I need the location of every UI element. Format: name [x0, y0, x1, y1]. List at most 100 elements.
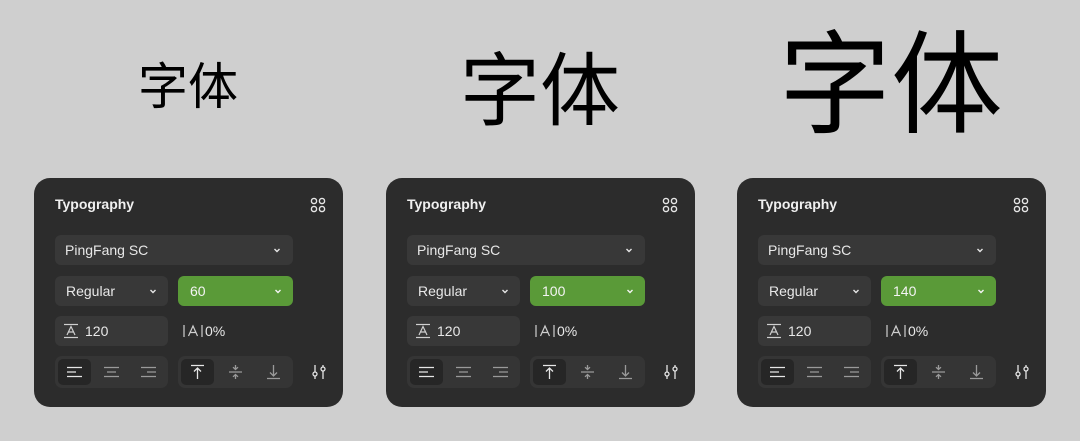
align-left-button[interactable]: [410, 359, 443, 385]
font-size-value: 140: [893, 283, 917, 299]
align-middle-icon: [932, 365, 945, 379]
font-size-value: 60: [190, 283, 206, 299]
sliders-icon[interactable]: [311, 364, 327, 380]
align-right-button[interactable]: [132, 359, 165, 385]
chevron-down-icon: [275, 289, 281, 294]
letter-spacing-value: 0%: [557, 323, 578, 339]
panel-title: Typography: [758, 196, 838, 212]
letter-spacing-field[interactable]: 0%: [881, 316, 996, 346]
align-bottom-button[interactable]: [960, 359, 993, 385]
horizontal-align-group: [55, 356, 168, 388]
align-center-icon: [104, 366, 119, 378]
font-weight-select[interactable]: Regular: [407, 276, 520, 306]
line-height-field[interactable]: 120: [55, 316, 168, 346]
font-family-select[interactable]: PingFang SC: [407, 235, 645, 265]
vertical-align-group: [881, 356, 996, 388]
sample-text-large: 字体: [779, 21, 1003, 151]
align-right-icon: [141, 366, 156, 378]
line-height-icon: [416, 323, 430, 339]
line-height-value: 120: [85, 323, 109, 339]
line-height-field[interactable]: 120: [758, 316, 871, 346]
align-center-icon: [807, 366, 822, 378]
chevron-down-icon: [274, 248, 280, 253]
sliders-icon[interactable]: [663, 364, 679, 380]
font-size-select[interactable]: 60: [178, 276, 293, 306]
four-dots-grid-icon[interactable]: [662, 197, 678, 213]
align-right-button[interactable]: [484, 359, 517, 385]
align-center-icon: [456, 366, 471, 378]
align-right-button[interactable]: [835, 359, 868, 385]
align-left-icon: [67, 366, 82, 378]
chevron-down-icon: [853, 289, 859, 294]
align-left-icon: [770, 366, 785, 378]
font-size-value: 100: [542, 283, 566, 299]
font-weight-value: Regular: [66, 283, 116, 299]
line-height-icon: [767, 323, 781, 339]
letter-spacing-icon: [183, 324, 203, 337]
line-height-value: 120: [788, 323, 812, 339]
font-weight-select[interactable]: Regular: [55, 276, 168, 306]
chevron-down-icon: [978, 289, 984, 294]
font-family-value: PingFang SC: [417, 242, 501, 258]
align-top-button[interactable]: [884, 359, 917, 385]
align-middle-icon: [581, 365, 594, 379]
font-family-select[interactable]: PingFang SC: [758, 235, 996, 265]
align-bottom-icon: [970, 365, 983, 380]
letter-spacing-icon: [535, 324, 555, 337]
align-middle-button[interactable]: [219, 359, 252, 385]
chevron-down-icon: [627, 289, 633, 294]
horizontal-align-group: [758, 356, 871, 388]
align-right-icon: [493, 366, 508, 378]
align-bottom-icon: [267, 365, 280, 380]
line-height-value: 120: [437, 323, 461, 339]
typography-panel: Typography PingFang SC Regular 100 120 0…: [386, 178, 695, 407]
horizontal-align-group: [407, 356, 520, 388]
letter-spacing-value: 0%: [205, 323, 226, 339]
letter-spacing-field[interactable]: 0%: [530, 316, 645, 346]
align-top-button[interactable]: [533, 359, 566, 385]
font-family-value: PingFang SC: [768, 242, 852, 258]
align-bottom-icon: [619, 365, 632, 380]
letter-spacing-icon: [886, 324, 906, 337]
four-dots-grid-icon[interactable]: [1013, 197, 1029, 213]
align-left-button[interactable]: [58, 359, 91, 385]
align-top-icon: [191, 364, 204, 379]
line-height-icon: [64, 323, 78, 339]
sliders-icon[interactable]: [1014, 364, 1030, 380]
font-family-select[interactable]: PingFang SC: [55, 235, 293, 265]
align-center-button[interactable]: [447, 359, 480, 385]
align-middle-button[interactable]: [922, 359, 955, 385]
align-middle-button[interactable]: [571, 359, 604, 385]
sample-text-small: 字体: [138, 58, 238, 116]
letter-spacing-field[interactable]: 0%: [178, 316, 293, 346]
align-center-button[interactable]: [95, 359, 128, 385]
typography-panel: Typography PingFang SC Regular 60 120 0%: [34, 178, 343, 407]
align-right-icon: [844, 366, 859, 378]
align-top-icon: [894, 364, 907, 379]
four-dots-grid-icon[interactable]: [310, 197, 326, 213]
font-weight-value: Regular: [418, 283, 468, 299]
align-middle-icon: [229, 365, 242, 379]
font-weight-select[interactable]: Regular: [758, 276, 871, 306]
vertical-align-group: [530, 356, 645, 388]
align-left-icon: [419, 366, 434, 378]
chevron-down-icon: [977, 248, 983, 253]
align-left-button[interactable]: [761, 359, 794, 385]
vertical-align-group: [178, 356, 293, 388]
typography-panel: Typography PingFang SC Regular 140 120 0…: [737, 178, 1046, 407]
align-top-icon: [543, 364, 556, 379]
letter-spacing-value: 0%: [908, 323, 929, 339]
chevron-down-icon: [502, 289, 508, 294]
font-weight-value: Regular: [769, 283, 819, 299]
align-bottom-button[interactable]: [609, 359, 642, 385]
font-size-select[interactable]: 140: [881, 276, 996, 306]
align-bottom-button[interactable]: [257, 359, 290, 385]
sample-text-medium: 字体: [460, 45, 620, 138]
line-height-field[interactable]: 120: [407, 316, 520, 346]
align-center-button[interactable]: [798, 359, 831, 385]
font-size-select[interactable]: 100: [530, 276, 645, 306]
chevron-down-icon: [150, 289, 156, 294]
panel-title: Typography: [55, 196, 135, 212]
align-top-button[interactable]: [181, 359, 214, 385]
font-family-value: PingFang SC: [65, 242, 149, 258]
